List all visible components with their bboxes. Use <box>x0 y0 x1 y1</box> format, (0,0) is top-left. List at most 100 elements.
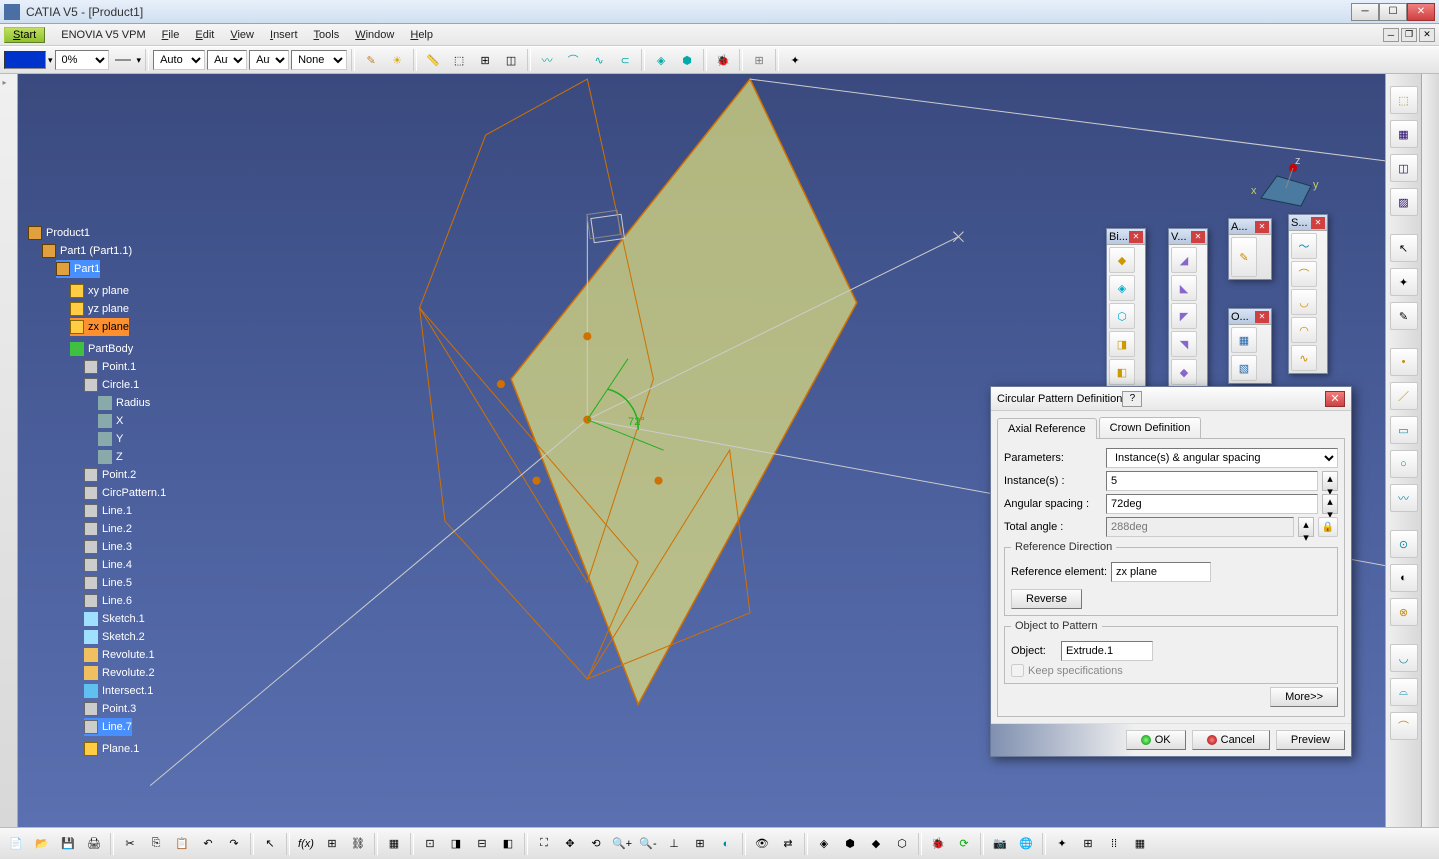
cut-icon[interactable]: ✂ <box>118 832 142 856</box>
view-icon-2[interactable]: ◨ <box>444 832 468 856</box>
new-icon[interactable]: 📄 <box>4 832 28 856</box>
rt-icon-13[interactable]: ◐ <box>1390 564 1418 592</box>
rt-icon-7[interactable]: • <box>1390 348 1418 376</box>
menu-insert[interactable]: Insert <box>262 27 306 43</box>
rt-icon-14[interactable]: ⊗ <box>1390 598 1418 626</box>
rt-icon-17[interactable]: ⌒ <box>1390 712 1418 740</box>
update-icon[interactable]: ⟳ <box>952 832 976 856</box>
mdi-minimize[interactable]: ─ <box>1383 28 1399 42</box>
preview-button[interactable]: Preview <box>1276 730 1345 750</box>
tool-b-icon[interactable]: ⬢ <box>838 832 862 856</box>
print-icon[interactable]: 🖨 <box>82 832 106 856</box>
ftb5-icon-2[interactable]: ▧ <box>1231 355 1257 381</box>
tree-x[interactable]: X <box>98 412 166 430</box>
open-icon[interactable]: 📂 <box>30 832 54 856</box>
auto-select-3[interactable]: Aut <box>249 50 289 70</box>
paste-icon[interactable]: 📋 <box>170 832 194 856</box>
ftb-icon-3[interactable]: ⬡ <box>1109 303 1135 329</box>
tool-icon-3[interactable]: ◫ <box>499 48 523 72</box>
dialog-help-button[interactable]: ? <box>1122 391 1142 407</box>
float-toolbar-a[interactable]: A...✕ ✎ <box>1228 218 1272 280</box>
maximize-button[interactable]: ☐ <box>1379 3 1407 21</box>
ok-button[interactable]: OK <box>1126 730 1186 750</box>
redo-icon[interactable]: ↷ <box>222 832 246 856</box>
ftb4-icon-3[interactable]: ◡ <box>1291 289 1317 315</box>
object-input[interactable] <box>1061 641 1153 661</box>
fit-icon[interactable]: ⛶ <box>532 832 556 856</box>
tree-line7[interactable]: Line.7 <box>84 718 132 736</box>
menu-enovia[interactable]: ENOVIA V5 VPM <box>53 27 153 43</box>
tree-radius[interactable]: Radius <box>98 394 166 412</box>
cancel-button[interactable]: Cancel <box>1192 730 1270 750</box>
close-icon[interactable]: ✕ <box>1255 221 1269 233</box>
float-toolbar-o[interactable]: O...✕ ▦ ▧ <box>1228 308 1272 384</box>
tree-revolute1[interactable]: Revolute.1 <box>84 646 166 664</box>
camera-icon[interactable]: 📷 <box>988 832 1012 856</box>
tree-line4[interactable]: Line.4 <box>84 556 166 574</box>
rt-icon-5[interactable]: ✦ <box>1390 268 1418 296</box>
menu-help[interactable]: Help <box>402 27 441 43</box>
tree-line6[interactable]: Line.6 <box>84 592 166 610</box>
brush-icon[interactable]: ✎ <box>359 48 383 72</box>
compass-widget[interactable]: x y z <box>1251 158 1321 208</box>
curve-icon-1[interactable]: 〰 <box>535 48 559 72</box>
rt-icon-8[interactable]: ／ <box>1390 382 1418 410</box>
instances-input[interactable] <box>1106 471 1318 491</box>
view-icon-1[interactable]: ⊡ <box>418 832 442 856</box>
none-select[interactable]: None <box>291 50 347 70</box>
grid-icon-2[interactable]: ▦ <box>382 832 406 856</box>
rt-icon-2[interactable]: ▦ <box>1390 120 1418 148</box>
tree-line5[interactable]: Line.5 <box>84 574 166 592</box>
tree-point1[interactable]: Point.1 <box>84 358 166 376</box>
chain-icon[interactable]: ⛓ <box>346 832 370 856</box>
rt-icon-16[interactable]: ⌓ <box>1390 678 1418 706</box>
start-menu[interactable]: Start <box>4 27 45 43</box>
tree-circ-pattern[interactable]: CircPattern.1 <box>84 484 166 502</box>
float-toolbar-s[interactable]: S...✕ 〜 ⌒ ◡ ◠ ∿ <box>1288 214 1328 374</box>
bug-icon[interactable]: 🐞 <box>711 48 735 72</box>
rotate-icon[interactable]: ⟲ <box>584 832 608 856</box>
menu-tools[interactable]: Tools <box>306 27 348 43</box>
ftb2-icon-4[interactable]: ◥ <box>1171 331 1197 357</box>
rt-icon-10[interactable]: ○ <box>1390 450 1418 478</box>
world-icon[interactable]: 🌐 <box>1014 832 1038 856</box>
more-button[interactable]: More>> <box>1270 687 1338 707</box>
float-toolbar-v[interactable]: V...✕ ◢ ◣ ◤ ◥ ◆ <box>1168 228 1208 388</box>
tree-line3[interactable]: Line.3 <box>84 538 166 556</box>
tree-line2[interactable]: Line.2 <box>84 520 166 538</box>
close-icon[interactable]: ✕ <box>1311 217 1325 229</box>
tool-a-icon[interactable]: ◈ <box>812 832 836 856</box>
mdi-close[interactable]: ✕ <box>1419 28 1435 42</box>
ftb-icon-5[interactable]: ◧ <box>1109 359 1135 385</box>
tree-point3[interactable]: Point.3 <box>84 700 166 718</box>
dialog-titlebar[interactable]: Circular Pattern Definition ? ✕ <box>991 387 1351 411</box>
float-toolbar-bi[interactable]: Bi...✕ ◆ ◈ ⬡ ◨ ◧ <box>1106 228 1146 388</box>
tree-point2[interactable]: Point.2 <box>84 466 166 484</box>
rt-select-icon[interactable]: ↖ <box>1390 234 1418 262</box>
zoom-out-icon[interactable]: 🔍- <box>636 832 660 856</box>
menu-file[interactable]: File <box>154 27 188 43</box>
ftb2-icon-2[interactable]: ◣ <box>1171 275 1197 301</box>
tool-c-icon[interactable]: ◆ <box>864 832 888 856</box>
tree-part-instance[interactable]: Part1 (Part1.1) <box>42 242 166 260</box>
tree-sketch1[interactable]: Sketch.1 <box>84 610 166 628</box>
pan-icon[interactable]: ✥ <box>558 832 582 856</box>
undo-icon[interactable]: ↶ <box>196 832 220 856</box>
keep-specifications-checkbox[interactable]: Keep specifications <box>1011 664 1331 677</box>
misc-icon[interactable]: ▦ <box>1128 832 1152 856</box>
ftb5-icon-1[interactable]: ▦ <box>1231 327 1257 353</box>
tree-xy-plane[interactable]: xy plane <box>70 282 166 300</box>
ftb2-icon-3[interactable]: ◤ <box>1171 303 1197 329</box>
grid-icon[interactable]: ⊞ <box>747 48 771 72</box>
bug2-icon[interactable]: 🐞 <box>926 832 950 856</box>
tool-icon-1[interactable]: ⬚ <box>447 48 471 72</box>
total-spinner[interactable]: ▴▾ <box>1298 517 1314 537</box>
curve-icon-4[interactable]: ⊂ <box>613 48 637 72</box>
curve-icon-3[interactable]: ∿ <box>587 48 611 72</box>
tree-intersect1[interactable]: Intersect.1 <box>84 682 166 700</box>
tool-icon-2[interactable]: ⊞ <box>473 48 497 72</box>
table-icon[interactable]: ⊞ <box>320 832 344 856</box>
ftb2-icon-5[interactable]: ◆ <box>1171 359 1197 385</box>
tree-revolute2[interactable]: Revolute.2 <box>84 664 166 682</box>
tree-product[interactable]: Product1 <box>28 224 166 242</box>
